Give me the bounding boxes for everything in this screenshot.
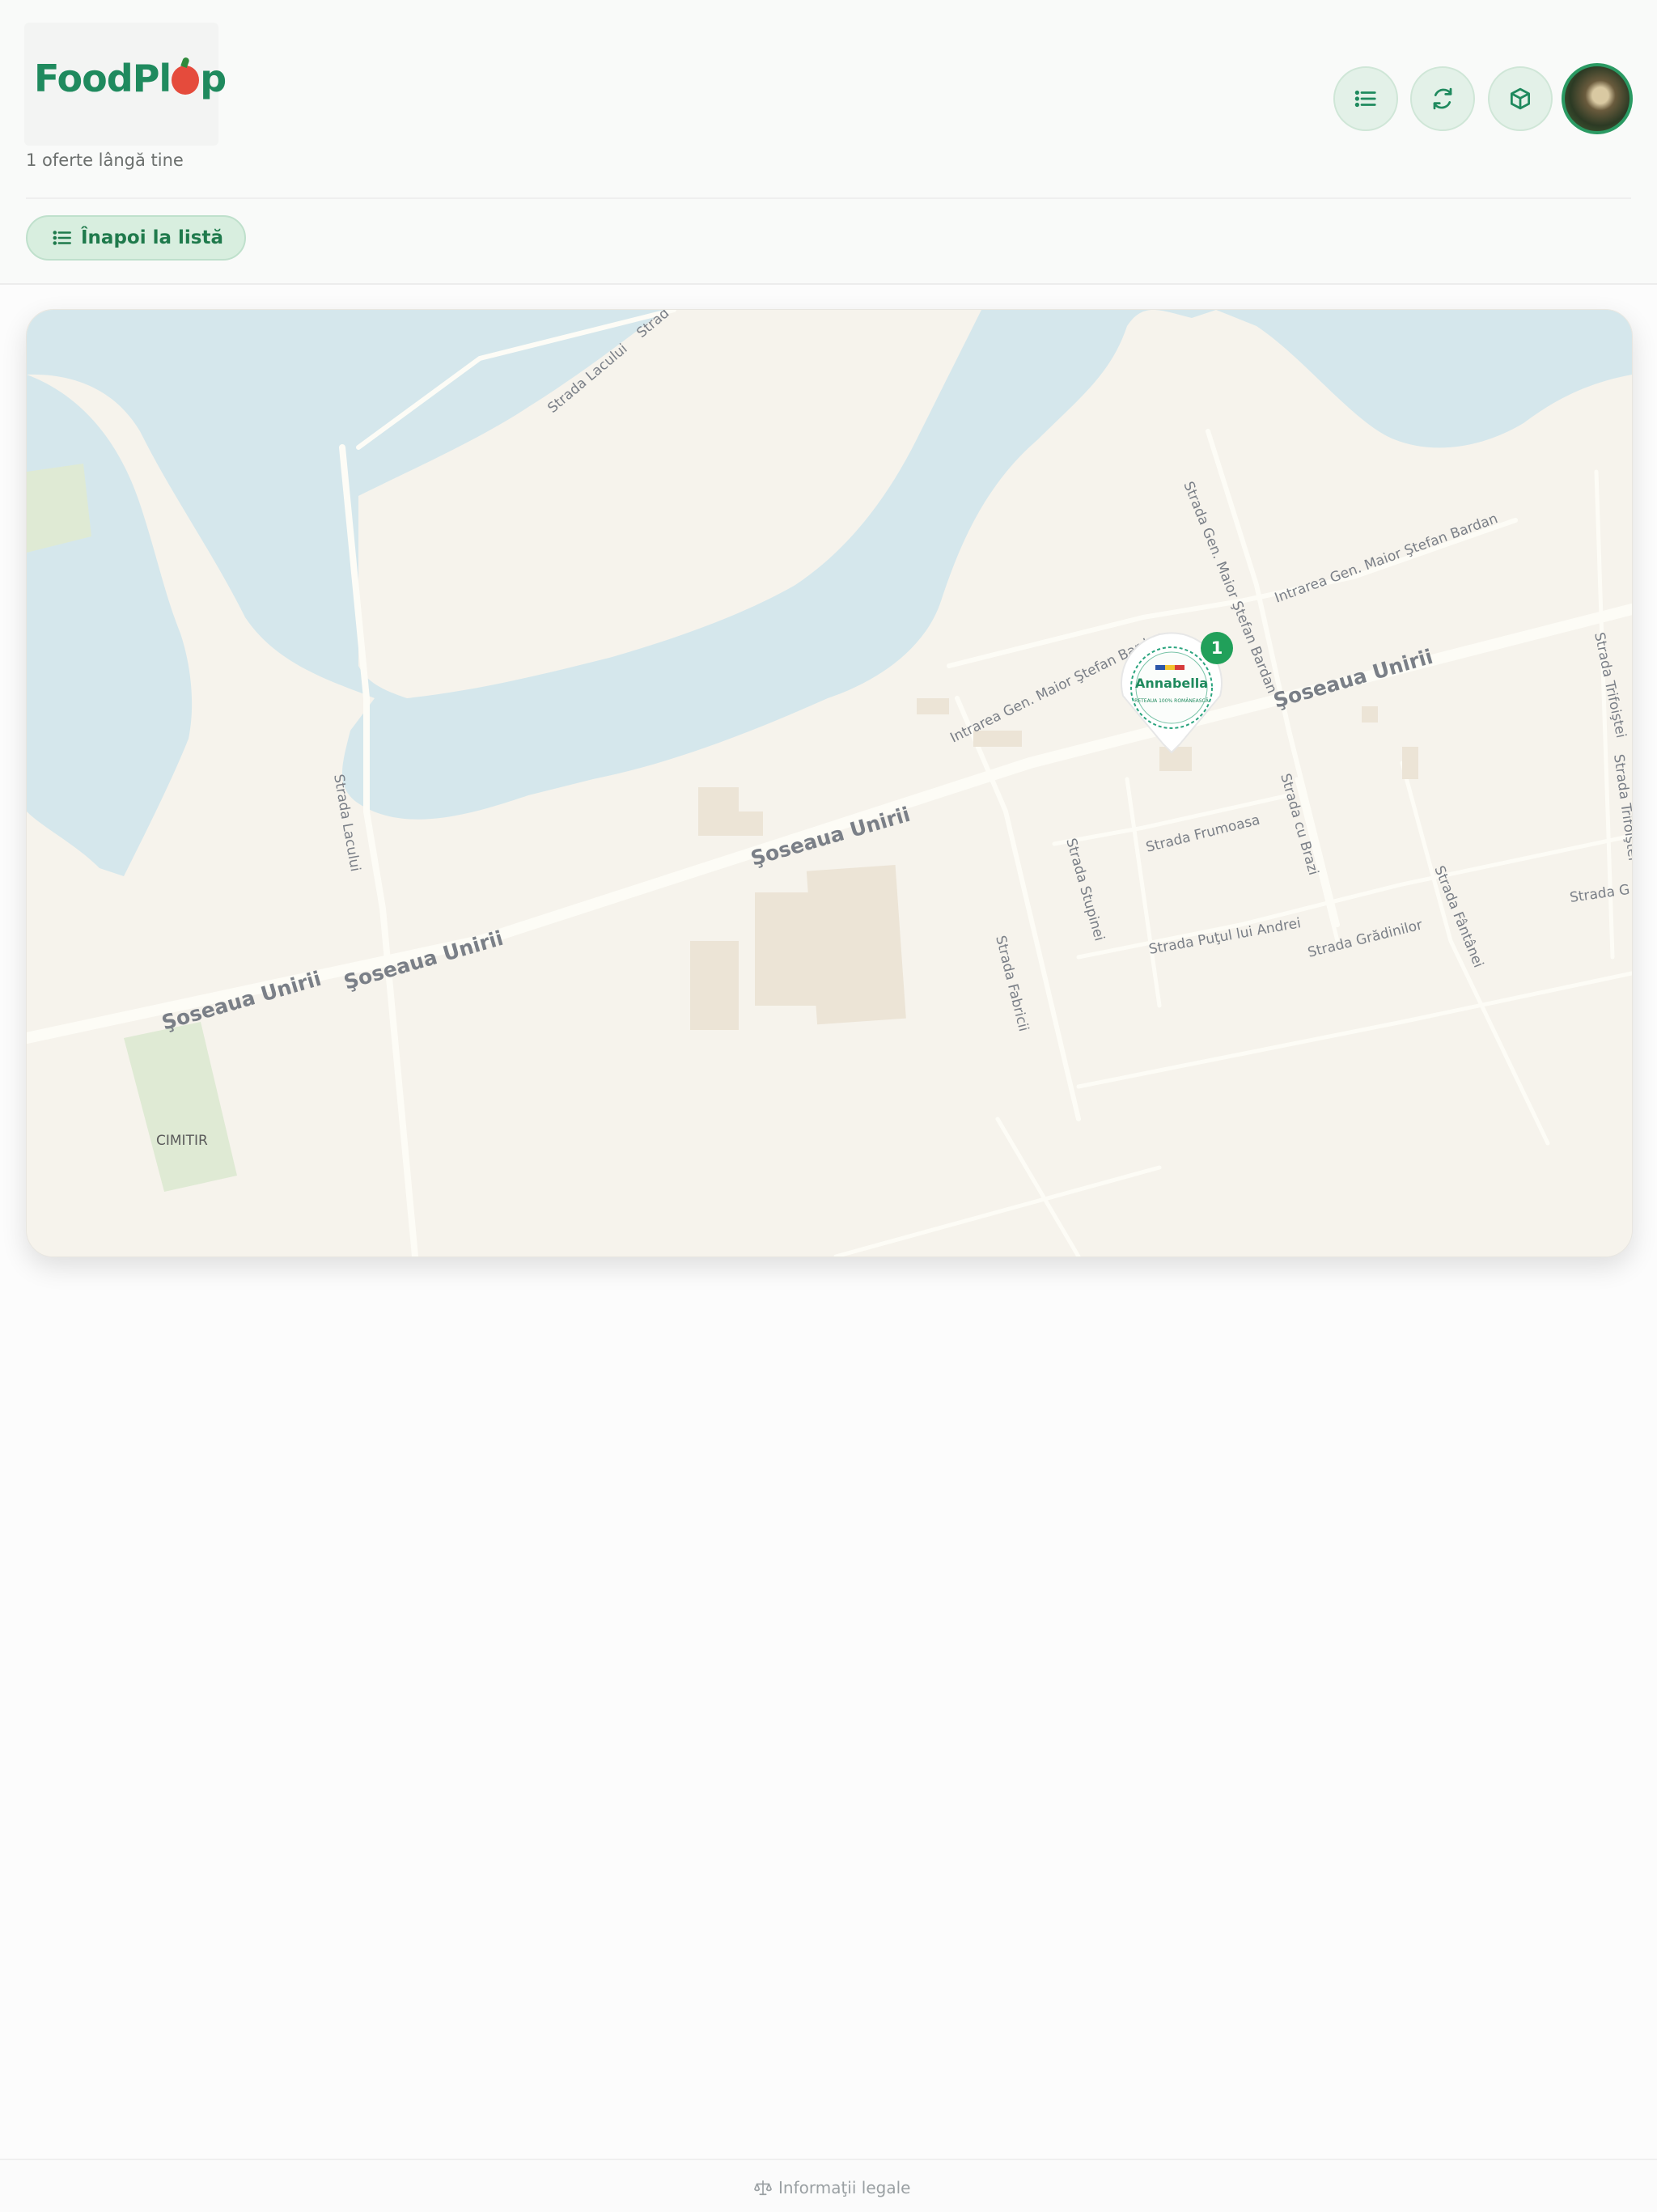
logo-text-end: p	[200, 57, 227, 100]
box-icon	[1511, 87, 1530, 110]
back-to-list-label: Înapoi la listă	[81, 227, 223, 248]
refresh-button[interactable]	[1410, 66, 1475, 131]
logo-wordmark: FoodPl p	[34, 57, 227, 100]
legal-info-link[interactable]: Informaţii legale	[754, 2178, 910, 2197]
list-view-button[interactable]	[1333, 66, 1398, 131]
map-view[interactable]: CIMITIR Şoseaua Unirii Şoseaua Unirii Şo…	[26, 309, 1633, 1257]
offers-count: 1 oferte lângă tine	[26, 150, 184, 170]
back-to-list-button[interactable]: Înapoi la listă	[26, 215, 246, 261]
page-footer: Informaţii legale	[0, 2159, 1657, 2212]
list-icon	[1354, 90, 1376, 108]
store-tagline: RETEAUA 100% ROMÂNEASCĂ	[1134, 698, 1210, 704]
header-divider	[26, 197, 1631, 199]
offer-count: 1	[1211, 638, 1223, 658]
logo-text-start: FoodPl	[34, 57, 172, 100]
map-canvas[interactable]: CIMITIR Şoseaua Unirii Şoseaua Unirii Şo…	[27, 310, 1632, 1256]
app-header: FoodPl p 1 oferte lângă tine Înapoi la li…	[0, 0, 1657, 285]
legal-info-label: Informaţii legale	[778, 2178, 911, 2197]
store-name: Annabella	[1135, 676, 1208, 691]
refresh-icon	[1433, 87, 1452, 110]
user-avatar[interactable]	[1562, 63, 1633, 134]
orders-button[interactable]	[1488, 66, 1553, 131]
cemetery-label: CIMITIR	[156, 1133, 208, 1149]
list-icon	[53, 231, 71, 245]
apple-icon	[172, 66, 200, 95]
foodplop-logo[interactable]: FoodPl p	[24, 23, 227, 146]
scales-icon	[754, 2180, 772, 2196]
